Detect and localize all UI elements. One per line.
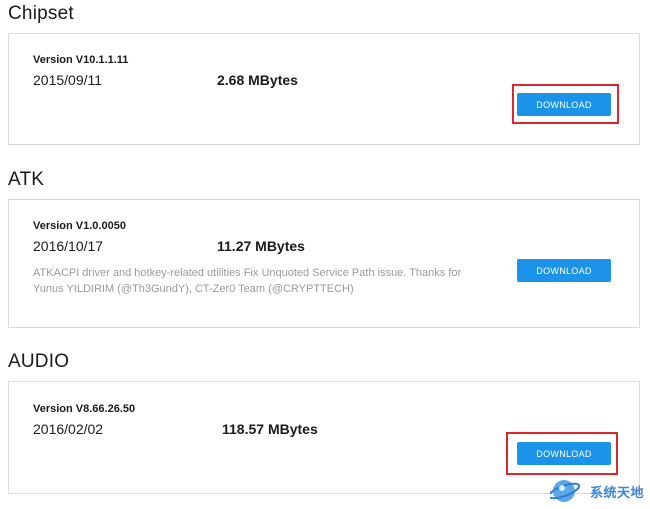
download-button-atk[interactable]: DOWNLOAD: [517, 259, 611, 282]
xitongtiandi-logo-icon: [549, 480, 581, 502]
file-size: 2.68 MBytes: [217, 72, 298, 88]
driver-card-chipset: Version V10.1.1.11 2015/09/11 2.68 MByte…: [8, 33, 640, 145]
download-button-chipset[interactable]: DOWNLOAD: [517, 93, 611, 116]
version-label: Version V1.0.0050: [33, 220, 126, 232]
version-label: Version V10.1.1.11: [33, 54, 129, 66]
section-title-audio: AUDIO: [8, 351, 70, 372]
driver-card-audio: Version V8.66.26.50 2016/02/02 118.57 MB…: [8, 381, 640, 494]
release-date: 2015/09/11: [33, 72, 103, 88]
driver-description: ATKACPI driver and hotkey-related utilit…: [33, 267, 462, 295]
release-date: 2016/10/17: [33, 238, 104, 254]
watermark-text: 系统天地: [589, 484, 644, 500]
file-size: 118.57 MBytes: [222, 421, 318, 437]
section-title-chipset: Chipset: [8, 3, 74, 24]
driver-card-atk: Version V1.0.0050 2016/10/17 11.27 MByte…: [8, 199, 640, 328]
watermark: 系统天地: [549, 477, 644, 505]
version-label: Version V8.66.26.50: [33, 403, 136, 415]
release-date: 2016/02/02: [33, 421, 104, 437]
download-button-audio[interactable]: DOWNLOAD: [517, 442, 611, 465]
file-size: 11.27 MBytes: [217, 238, 305, 254]
section-title-atk: ATK: [8, 169, 45, 190]
